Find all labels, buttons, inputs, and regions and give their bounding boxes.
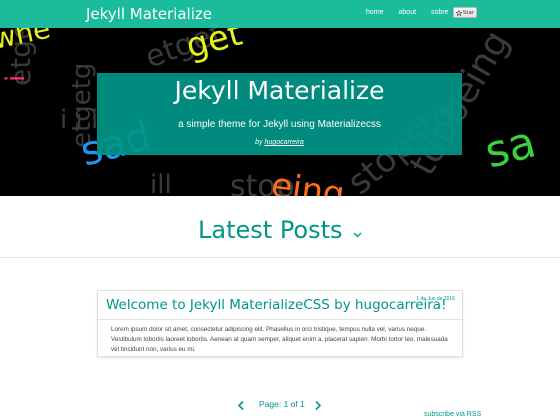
latest-posts-title: Latest Posts [198,216,343,244]
svg-text:get: get [182,28,246,67]
hero-author: by hugocarreira [97,139,462,146]
post-card: Welcome to Jekyll MaterializeCSS by hugo… [97,290,463,357]
nav-link-sobre[interactable]: sobre [431,9,449,16]
hero-banner: etget etgetg topbeing stopsto etget stop… [0,28,560,196]
pagination-label: Page: 1 of 1 [259,399,305,409]
brand-logo[interactable]: Jekyll Materialize [86,5,212,23]
star-label: Star [462,9,475,16]
svg-text:i: i [1,75,31,82]
section-divider [0,257,560,258]
svg-text:sa: sa [480,116,541,178]
chevron-down-icon[interactable] [353,225,362,243]
nav-link-about[interactable]: about [399,9,417,16]
svg-text:eing: eing [269,165,347,196]
post-card-header: Welcome to Jekyll MaterializeCSS by hugo… [98,291,462,320]
post-excerpt: Lorem ipsum dolor sit amet, consectetur … [111,326,448,353]
post-date: 1 de Jun de 2016 [416,296,455,302]
navbar: Jekyll Materialize home about sobre Star [0,0,560,28]
latest-posts-header: Latest Posts [0,216,560,244]
hero-title: Jekyll Materialize [174,76,385,105]
nav-links: home about sobre [366,9,464,16]
chevron-right-icon[interactable] [314,398,322,416]
github-star-button[interactable]: Star [453,7,477,18]
chevron-left-icon[interactable] [237,398,245,416]
nav-link-home[interactable]: home [366,9,384,16]
rss-subscribe-link[interactable]: subscribe via RSS [424,411,481,418]
star-icon [455,9,462,16]
svg-text:ill: ill [150,170,172,196]
hero-subtitle: a simple theme for Jekyll using Material… [178,119,381,130]
hero-title-panel: Jekyll Materialize a simple theme for Je… [97,73,462,155]
post-title-link[interactable]: Welcome to Jekyll MaterializeCSS by hugo… [106,297,446,313]
pagination: Page: 1 of 1 [0,398,560,411]
author-link[interactable]: hugocarreira [265,139,304,146]
author-prefix: by [255,139,263,146]
